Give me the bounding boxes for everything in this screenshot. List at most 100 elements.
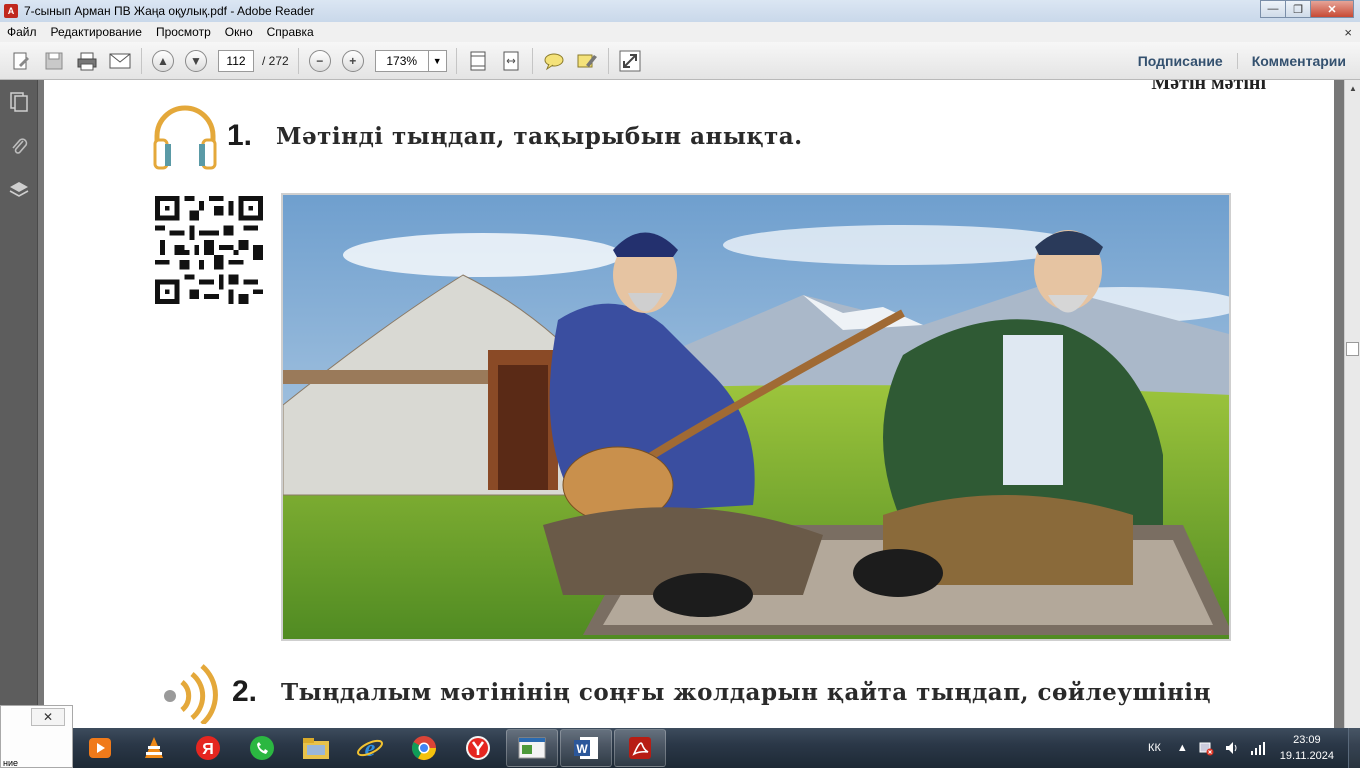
- previous-page-button[interactable]: ▲: [151, 49, 175, 73]
- popup-text: ние: [3, 758, 19, 768]
- toolbar-separator: [531, 47, 533, 74]
- pdf-page: Мәтін мәтіні 1. Мәтінді тыңдап, тақырыбы…: [44, 80, 1334, 728]
- adobe-reader-app-icon: A: [4, 4, 18, 18]
- minus-icon: −: [308, 49, 331, 72]
- taskbar-adobe-reader[interactable]: [614, 729, 666, 767]
- task-2-number: 2.: [232, 675, 258, 708]
- plus-icon: +: [341, 49, 364, 72]
- print-icon[interactable]: [75, 49, 99, 73]
- create-pdf-icon[interactable]: [9, 49, 33, 73]
- fit-page-icon[interactable]: [466, 49, 490, 73]
- show-desktop-button[interactable]: [1348, 728, 1360, 768]
- scrollbar-thumb[interactable]: [1346, 342, 1359, 356]
- taskbar-file-explorer[interactable]: [290, 729, 342, 767]
- svg-text:Я: Я: [202, 741, 214, 758]
- clock-date: 19.11.2024: [1279, 750, 1334, 762]
- tray-expand-icon[interactable]: ▲: [1177, 742, 1188, 754]
- svg-text:e: e: [365, 736, 376, 762]
- yandex-y-icon: Я: [196, 736, 220, 760]
- notification-popup: ✕ ние: [0, 705, 73, 768]
- toolbar-right: Подписание Комментарии: [1124, 42, 1360, 80]
- page-header-text: Мәтін мәтіні: [1151, 80, 1266, 94]
- comments-button[interactable]: Комментарии: [1238, 53, 1360, 69]
- title-bar: A 7-сынып Арман ПВ Жаңа оқулық.pdf - Ado…: [0, 0, 1360, 22]
- task-1: 1. Мәтінді тыңдап, тақырыбын анықта.: [149, 100, 803, 172]
- restore-button[interactable]: ❐: [1285, 0, 1311, 18]
- toolbar-separator: [455, 47, 457, 74]
- menu-file[interactable]: Файл: [0, 25, 44, 39]
- minimize-button[interactable]: —: [1260, 0, 1286, 18]
- taskbar-internet-explorer[interactable]: e: [344, 729, 396, 767]
- menu-view[interactable]: Просмотр: [149, 25, 218, 39]
- navigation-pane: [0, 80, 38, 728]
- menu-window[interactable]: Окно: [218, 25, 260, 39]
- illustration-two-men-playing-dombra: [281, 193, 1231, 641]
- zoom-in-button[interactable]: +: [341, 49, 365, 73]
- chrome-icon: [411, 736, 436, 761]
- expand-icon[interactable]: [618, 49, 642, 73]
- fit-width-icon[interactable]: [499, 49, 523, 73]
- arrow-down-icon: ▼: [185, 49, 207, 72]
- presentation-window-icon: [518, 737, 546, 759]
- signal-icon[interactable]: [1250, 740, 1266, 756]
- taskbar-presentation[interactable]: [506, 729, 558, 767]
- popup-close-button[interactable]: ✕: [31, 708, 65, 726]
- vlc-icon: [145, 737, 163, 758]
- task-1-number: 1.: [227, 119, 253, 152]
- task-2-text: Тыңдалым мәтінінің соңғы жолдарын қайта …: [281, 678, 1212, 706]
- save-icon[interactable]: [42, 49, 66, 73]
- attachments-icon[interactable]: [0, 124, 38, 168]
- taskbar-media-player[interactable]: [74, 729, 126, 767]
- zoom-select[interactable]: 173% ▼: [374, 49, 447, 72]
- chevron-down-icon[interactable]: ▼: [427, 50, 446, 71]
- arrow-up-icon: ▲: [152, 49, 174, 72]
- layers-icon[interactable]: [0, 168, 38, 212]
- taskbar-chrome[interactable]: [398, 729, 450, 767]
- taskbar-vlc[interactable]: [128, 729, 180, 767]
- illustration-scene: [283, 195, 1229, 639]
- scroll-up-icon[interactable]: ▲: [1345, 80, 1360, 96]
- clock[interactable]: 23:09 19.11.2024: [1280, 732, 1334, 764]
- svg-text:W: W: [576, 742, 588, 756]
- taskbar-whatsapp[interactable]: [236, 729, 288, 767]
- close-document-icon[interactable]: ×: [1344, 25, 1352, 40]
- task-1-text: Мәтінді тыңдап, тақырыбын анықта.: [276, 122, 803, 150]
- folder-icon: [303, 738, 329, 759]
- comment-icon[interactable]: [542, 49, 566, 73]
- taskbar-yandex[interactable]: Я: [182, 729, 234, 767]
- toolbar-separator: [297, 47, 299, 74]
- page-total: / 272: [262, 53, 289, 68]
- zoom-out-button[interactable]: −: [308, 49, 332, 73]
- vertical-scrollbar[interactable]: ▲: [1344, 80, 1360, 728]
- taskbar: Я e W КК ▲ 23:09 19.11.2024: [0, 728, 1360, 768]
- window-controls: — ❐ ✕: [1260, 0, 1354, 20]
- network-error-icon[interactable]: [1198, 740, 1214, 756]
- close-window-button[interactable]: ✕: [1310, 0, 1354, 18]
- menu-edit[interactable]: Редактирование: [44, 25, 149, 39]
- taskbar-word[interactable]: W: [560, 729, 612, 767]
- zoom-value: 173%: [386, 53, 418, 68]
- menu-help[interactable]: Справка: [260, 25, 321, 39]
- whatsapp-icon: [250, 736, 274, 760]
- page-number-input[interactable]: 112: [218, 49, 254, 72]
- toolbar-separator: [141, 47, 142, 74]
- adobe-reader-icon: [629, 737, 651, 759]
- page-thumbnails-icon[interactable]: [0, 80, 38, 124]
- document-view[interactable]: Мәтін мәтіні 1. Мәтінді тыңдап, тақырыбы…: [38, 80, 1344, 728]
- taskbar-yandex-browser[interactable]: [452, 729, 504, 767]
- window-title: 7-сынып Арман ПВ Жаңа оқулық.pdf - Adobe…: [24, 4, 315, 18]
- word-icon: W: [574, 737, 598, 759]
- toolbar-separator: [607, 47, 609, 74]
- internet-explorer-icon: e: [357, 736, 383, 762]
- language-indicator[interactable]: КК: [1148, 742, 1161, 754]
- headphones-icon: [153, 105, 217, 170]
- media-player-icon: [89, 738, 111, 758]
- qr-code-image: [155, 196, 263, 304]
- yandex-browser-icon: [466, 736, 490, 760]
- next-page-button[interactable]: ▼: [184, 49, 208, 73]
- volume-icon[interactable]: [1224, 740, 1240, 756]
- email-icon[interactable]: [108, 49, 132, 73]
- sign-button[interactable]: Подписание: [1124, 53, 1238, 69]
- clock-time: 23:09: [1293, 734, 1321, 746]
- highlight-icon[interactable]: [575, 49, 599, 73]
